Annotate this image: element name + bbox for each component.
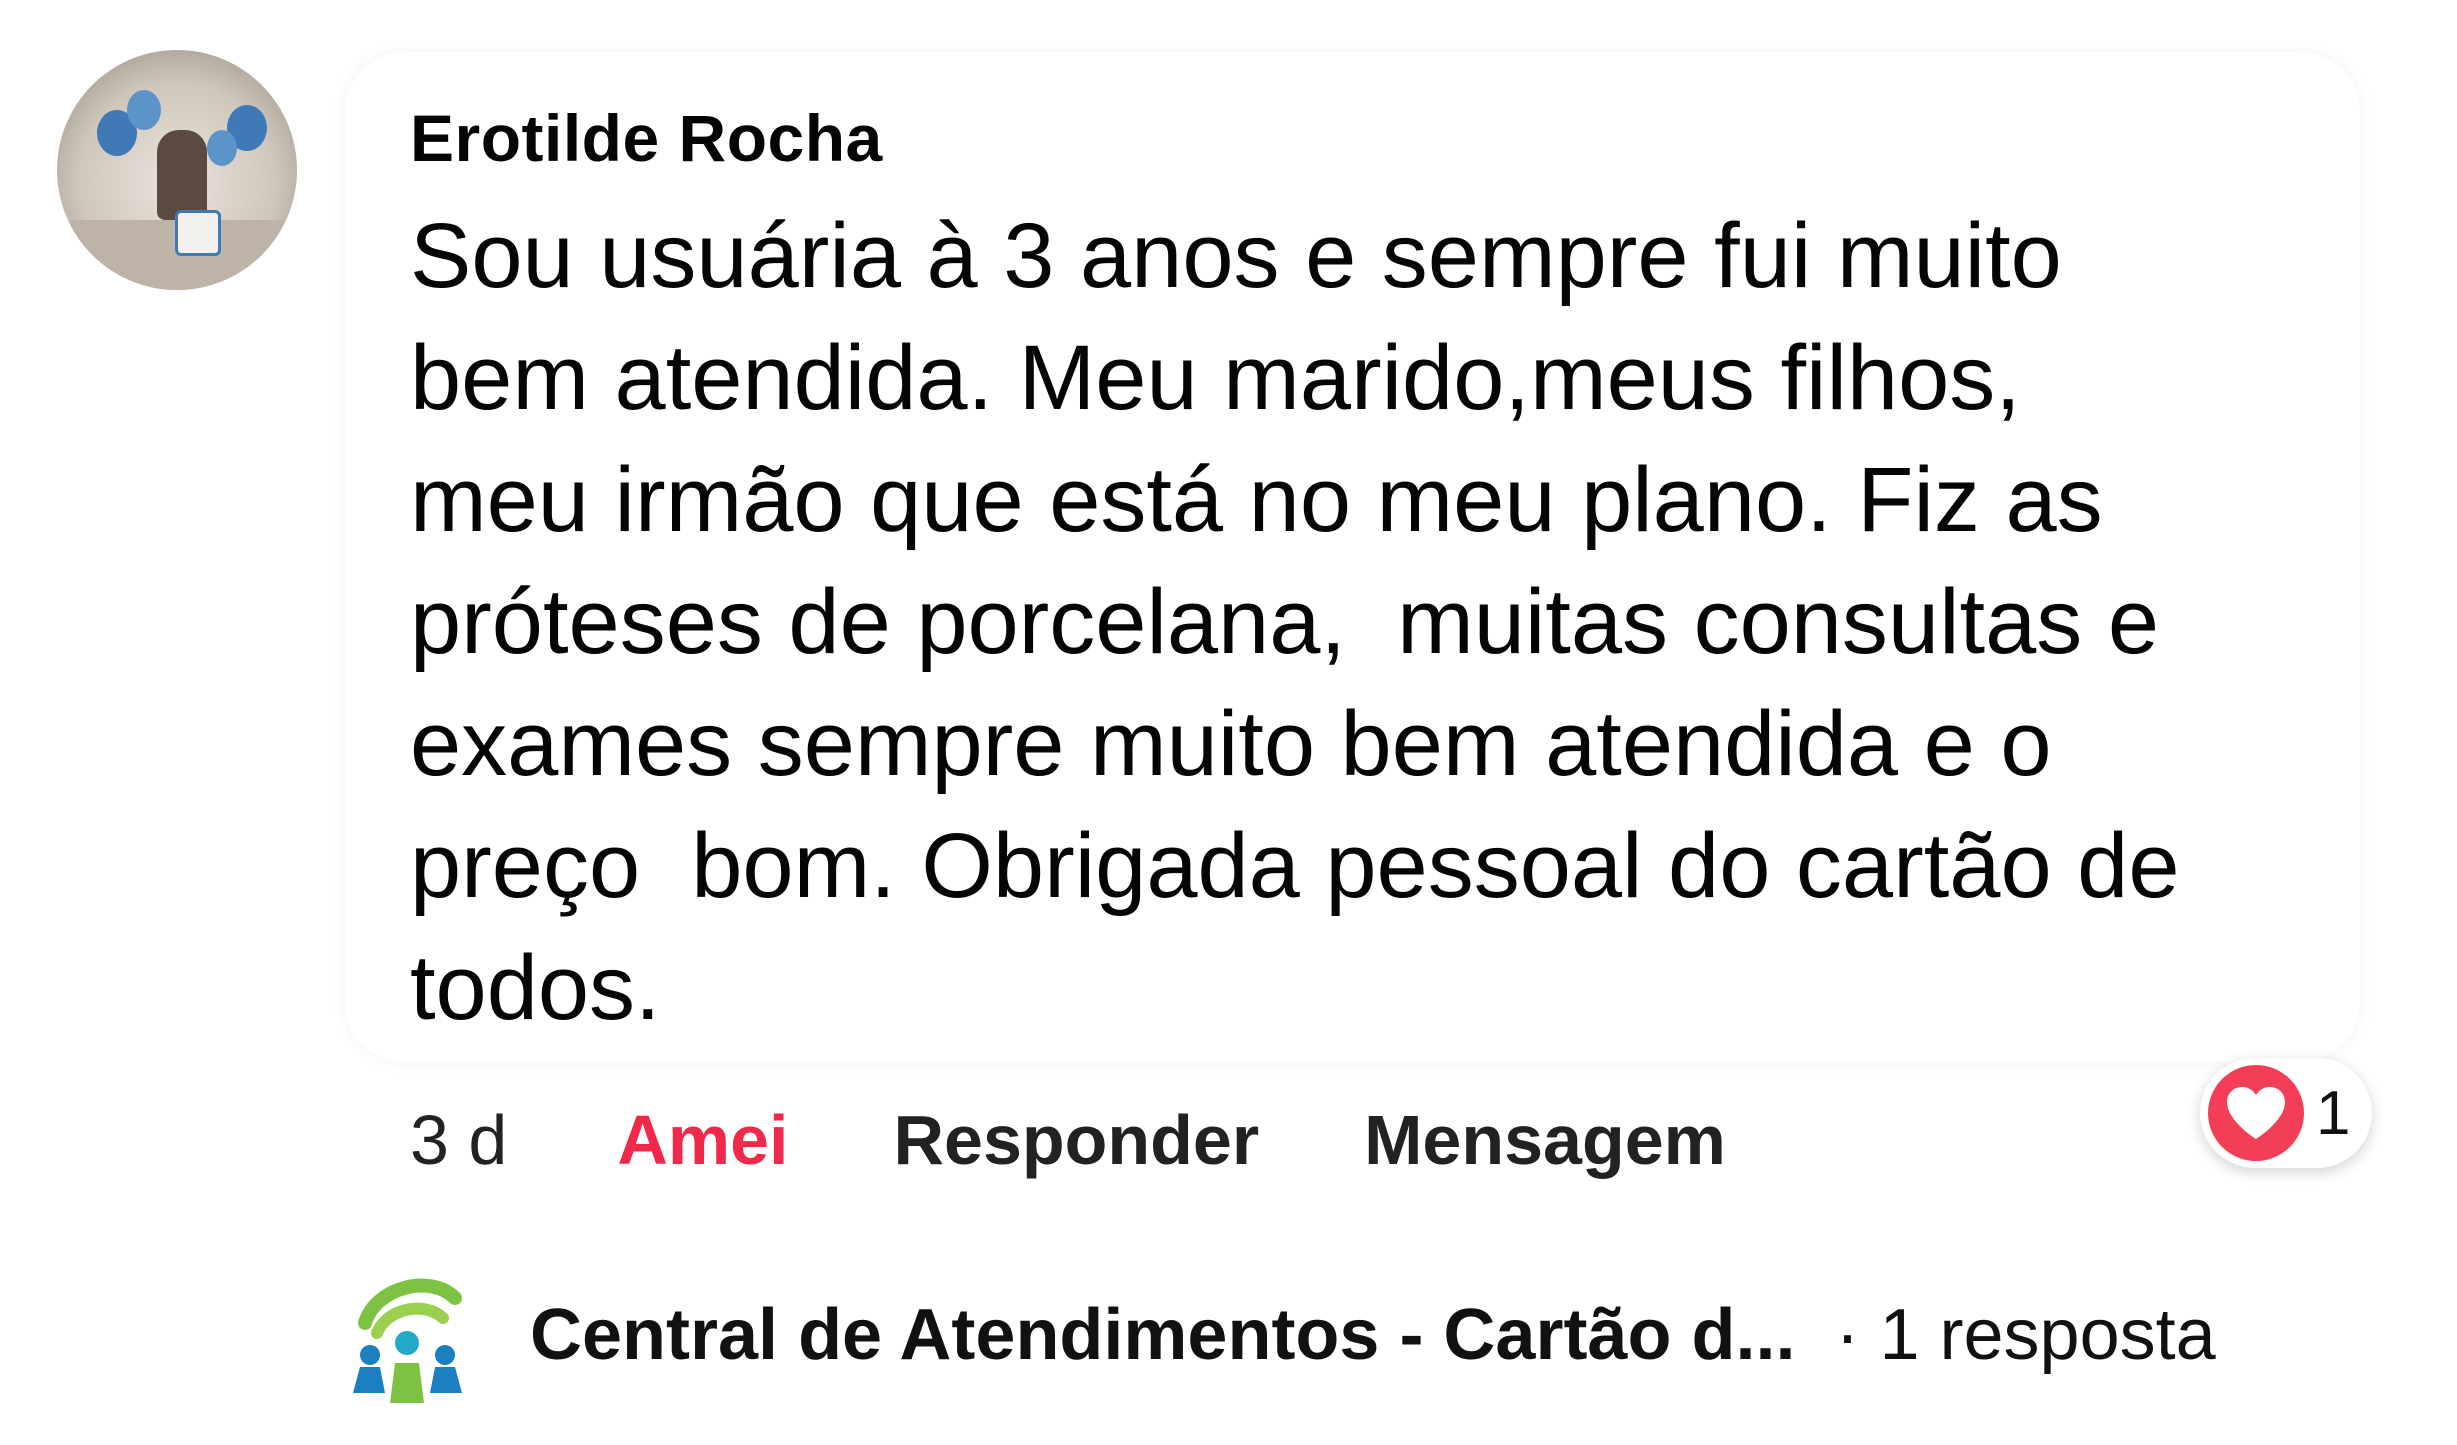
- avatar[interactable]: [57, 50, 297, 290]
- reaction-summary[interactable]: 1: [2200, 1058, 2373, 1168]
- heart-icon: [2208, 1065, 2304, 1161]
- reply-count[interactable]: · 1 resposta: [1835, 1294, 2215, 1376]
- reply-thread-link[interactable]: Central de Atendimentos - Cartão d... · …: [335, 1260, 2216, 1410]
- avatar-balloon: [127, 90, 161, 130]
- comment-text: Sou usuária à 3 anos e sempre fui muito …: [410, 205, 2180, 1039]
- cartao-de-todos-logo: [335, 1263, 480, 1408]
- avatar-cake: [175, 210, 221, 256]
- reply-button[interactable]: Responder: [893, 1100, 1259, 1180]
- comment-timestamp[interactable]: 3 d: [410, 1100, 507, 1180]
- comment-actions: 3 d Amei Responder Mensagem: [410, 1095, 1726, 1185]
- avatar-balloon: [207, 130, 237, 166]
- reaction-count: 1: [2316, 1078, 2351, 1148]
- avatar-figure: [157, 130, 207, 220]
- message-button[interactable]: Mensagem: [1364, 1100, 1726, 1180]
- comment-author[interactable]: Erotilde Rocha: [410, 100, 883, 176]
- reaction-button[interactable]: Amei: [617, 1100, 788, 1180]
- reply-author-name[interactable]: Central de Atendimentos - Cartão d...: [530, 1294, 1795, 1376]
